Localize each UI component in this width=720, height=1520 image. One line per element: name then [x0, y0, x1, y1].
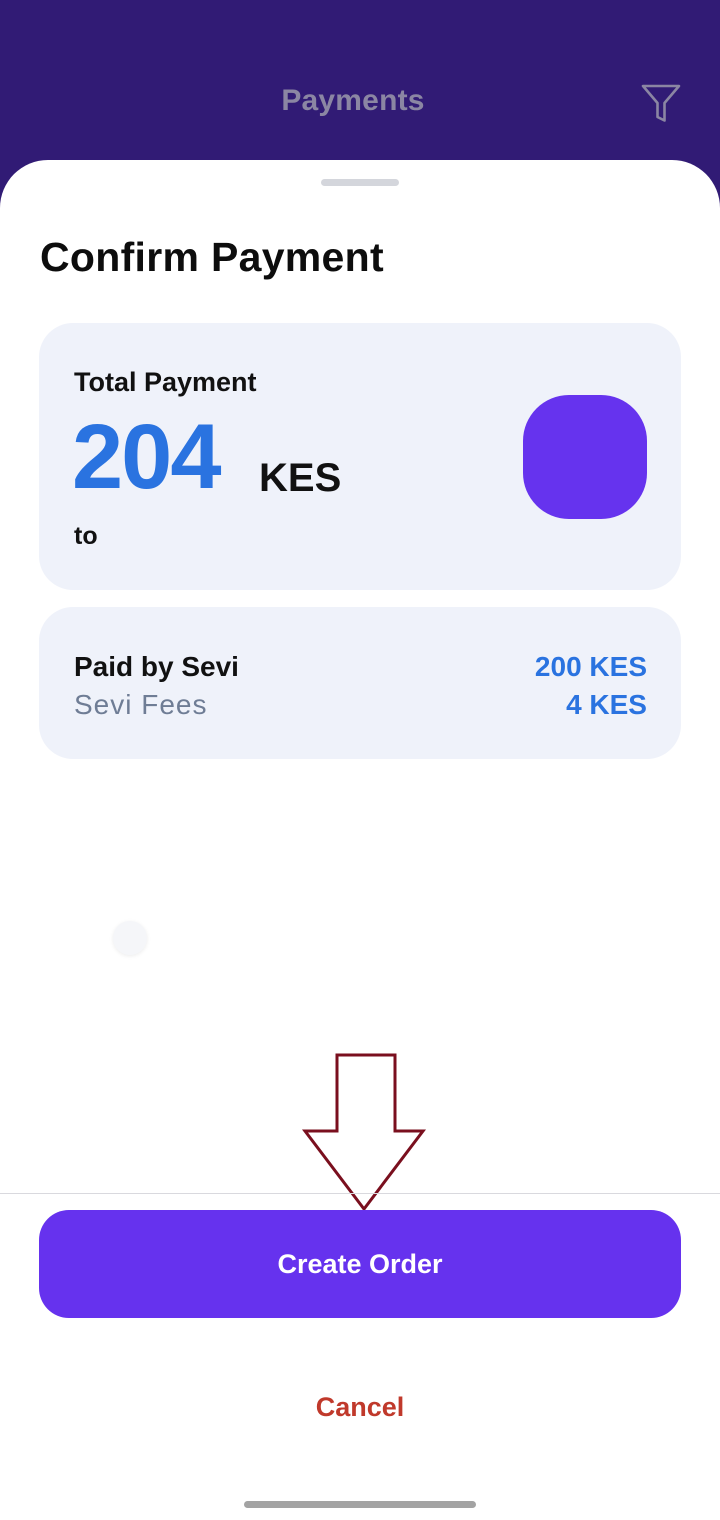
sheet-title: Confirm Payment: [40, 234, 384, 280]
paid-by-label: Paid by Sevi: [74, 651, 239, 682]
payment-breakdown-card: Paid by Sevi 200 KES Sevi Fees 4 KES: [39, 607, 681, 759]
filter-icon[interactable]: [640, 82, 682, 124]
fees-label: Sevi Fees: [74, 689, 208, 720]
footer-divider: [0, 1193, 720, 1194]
home-indicator[interactable]: [244, 1501, 476, 1508]
page-title: Payments: [281, 84, 425, 117]
recipient-to-label: to: [74, 522, 98, 550]
paid-by-value: 200 KES: [534, 651, 647, 682]
create-order-button[interactable]: Create Order: [39, 1210, 681, 1318]
fees-value: 4 KES: [566, 689, 647, 720]
total-payment-label: Total Payment: [74, 367, 257, 397]
total-payment-amount: 204: [72, 406, 221, 508]
down-arrow-icon: [301, 1053, 427, 1211]
total-payment-card: Total Payment 204 KES to: [39, 323, 681, 590]
total-payment-currency: KES: [259, 456, 342, 500]
loading-indicator: [113, 921, 147, 955]
cancel-button[interactable]: Cancel: [260, 1382, 460, 1432]
sheet-grabber[interactable]: [321, 179, 399, 186]
confirm-payment-sheet: Confirm Payment Total Payment 204 KES to…: [0, 160, 720, 1520]
recipient-avatar: [523, 395, 647, 519]
